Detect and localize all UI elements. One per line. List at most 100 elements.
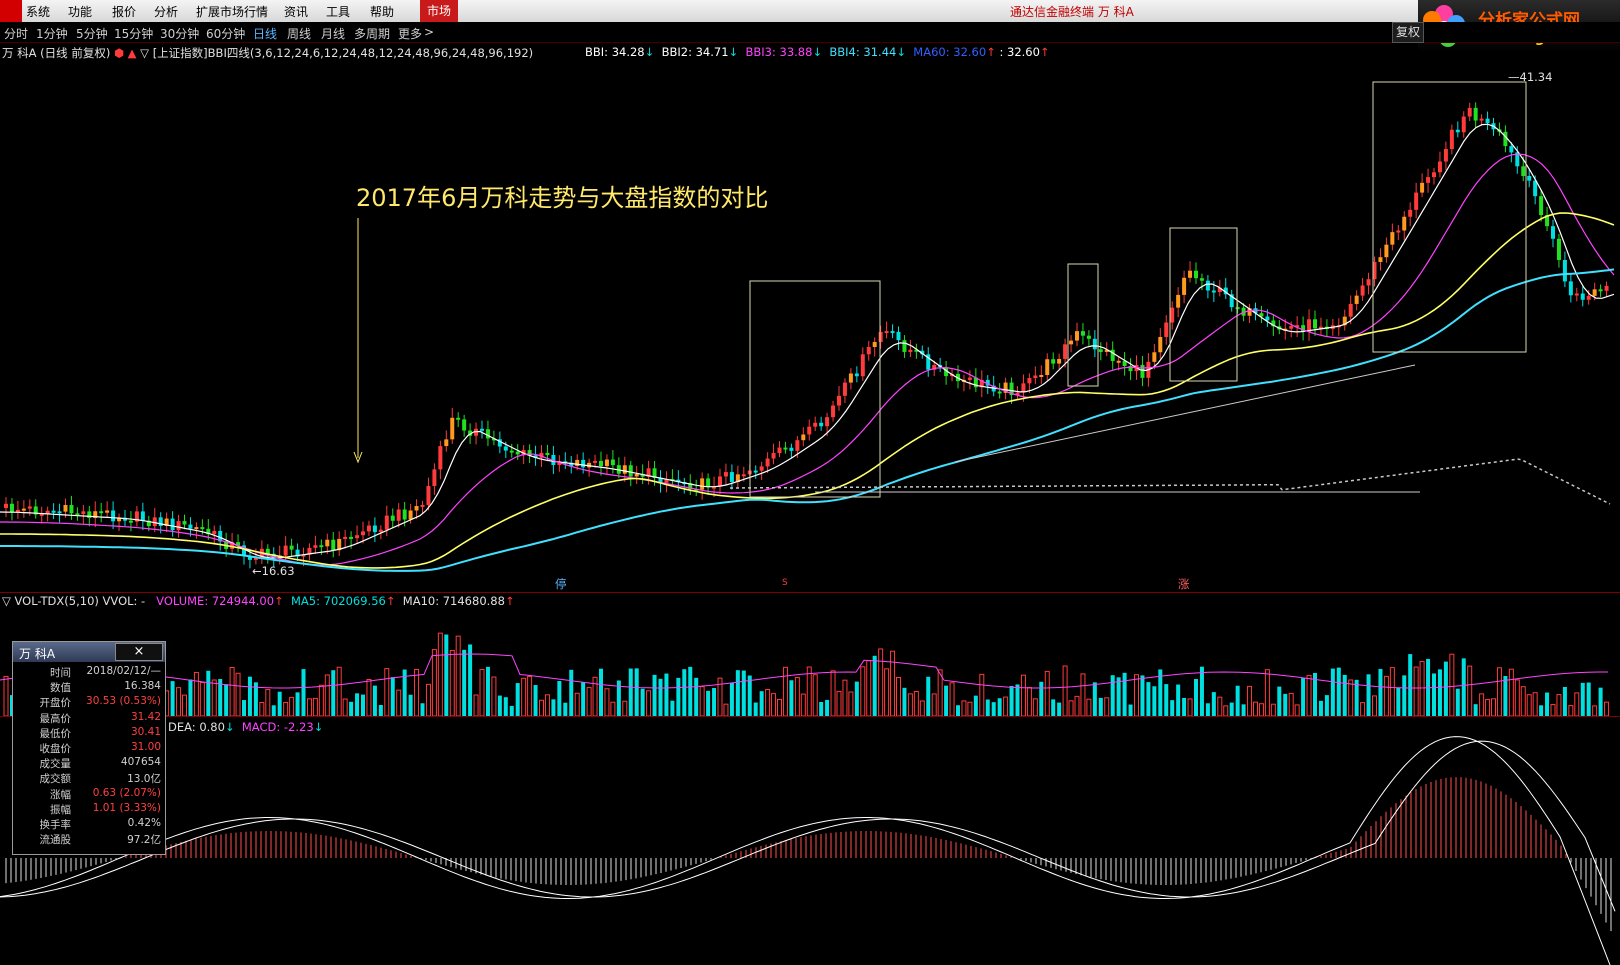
volume-bar [860,666,866,717]
candle-body [700,478,705,490]
volume-bar [712,688,717,716]
candle-body [408,510,413,520]
popup-row-label: 涨幅 [50,788,71,801]
candle-body [1473,107,1478,121]
volume-bar [1604,701,1610,717]
volume-bar [224,684,229,716]
candle-body [753,470,758,473]
volume-bar [1140,675,1145,716]
volume-bar [1336,667,1341,716]
candle-body [420,504,425,507]
candle-body [503,446,508,451]
volume-bar [628,668,633,716]
volume-ma5: MA5: 702069.56 [291,594,386,608]
candle-body [456,417,461,420]
stock-chart[interactable] [0,0,1620,965]
volume-bar [586,687,592,717]
panel-divider [0,592,1620,593]
volume-bar [271,705,276,716]
volume-bar [1253,701,1258,717]
volume-bar [800,693,806,717]
candle-body [426,485,431,505]
volume-ma10: MA10: 714680.88 [402,594,505,608]
volume-bar [455,635,461,717]
volume-bar [830,670,836,717]
volume-bar [396,689,402,717]
volume-bar [1205,703,1210,716]
quote-popup[interactable]: 万 科A × 时间 2018/02/12/— 数值 16.384 开盘价 30.53 (0… [12,641,166,855]
volume-bar [509,705,514,716]
candle-body [1592,289,1597,296]
candle-body [319,545,324,548]
candle-body [1057,358,1062,364]
volume-indicator-name[interactable]: VOL-TDX(5,10) [15,594,99,608]
volume-bar [729,682,734,716]
candle-body [200,527,205,530]
volume-bar [1383,675,1389,717]
candle-body [27,506,32,509]
volume-bar [247,676,252,716]
volume-bar [973,695,978,716]
candle-body [545,452,550,455]
candle-body [378,529,383,533]
volume-bar [1176,684,1181,716]
volume-bar [1277,686,1282,716]
popup-row-value: 407654 [120,756,161,769]
candle-body [1039,374,1044,377]
candle-body [1551,226,1555,239]
candle-body [1235,307,1240,310]
volume-bar [991,702,996,716]
close-icon[interactable]: × [115,643,163,661]
popup-header[interactable]: 万 科A × [13,642,165,662]
volume-bar [1026,687,1032,717]
candle-body [372,525,377,533]
candle-body [1437,161,1442,173]
volume-bar [199,681,205,717]
volume-bar [622,700,628,717]
popup-row-value: 97.2亿 [127,834,161,847]
candle-body [1211,290,1216,293]
candle-body [1098,349,1103,352]
volume-bar [919,700,925,717]
volume-bar [1562,686,1567,716]
volume-bar [1586,682,1591,716]
candle-body [1604,285,1609,291]
candle-body [723,472,728,477]
volume-bar [491,676,497,717]
popup-row-label: 流通股 [39,834,72,847]
candle-body [313,545,318,548]
volume-bar [1264,669,1270,717]
candle-body [890,331,895,334]
volume-bar [235,672,241,717]
volume-bar [1598,687,1603,716]
volume-bar [1556,694,1562,717]
volume-bar [372,685,377,716]
candle-body [444,439,449,447]
volume-bar [295,692,300,716]
volume-bar [1372,695,1377,717]
candle-body [99,511,104,514]
chevron-down-icon[interactable]: ▽ [2,594,11,608]
candle-body [997,391,1002,394]
candle-body [622,465,627,474]
candle-body [1069,340,1074,345]
volume-bar [789,680,794,716]
volume-bar [1074,695,1080,717]
volume-bar [1378,668,1383,716]
candle-body [848,373,853,383]
volume-bar [1098,697,1103,716]
candle-body [325,539,330,547]
candle-body [1045,359,1050,375]
volume-bar [497,695,502,716]
volume-bar [1568,705,1574,717]
candle-body [176,521,181,531]
candle-body [1384,244,1389,258]
annotation-title: 2017年6月万科走势与大盘指数的对比 [356,184,769,212]
candle-body [801,434,806,441]
popup-row: 最高价 31.42 [13,711,165,726]
volume-bar [1532,692,1538,717]
volume-bar [610,701,616,717]
popup-row-value: 31.42 [130,710,161,723]
candle-body [1075,331,1079,341]
candle-body [908,349,913,352]
